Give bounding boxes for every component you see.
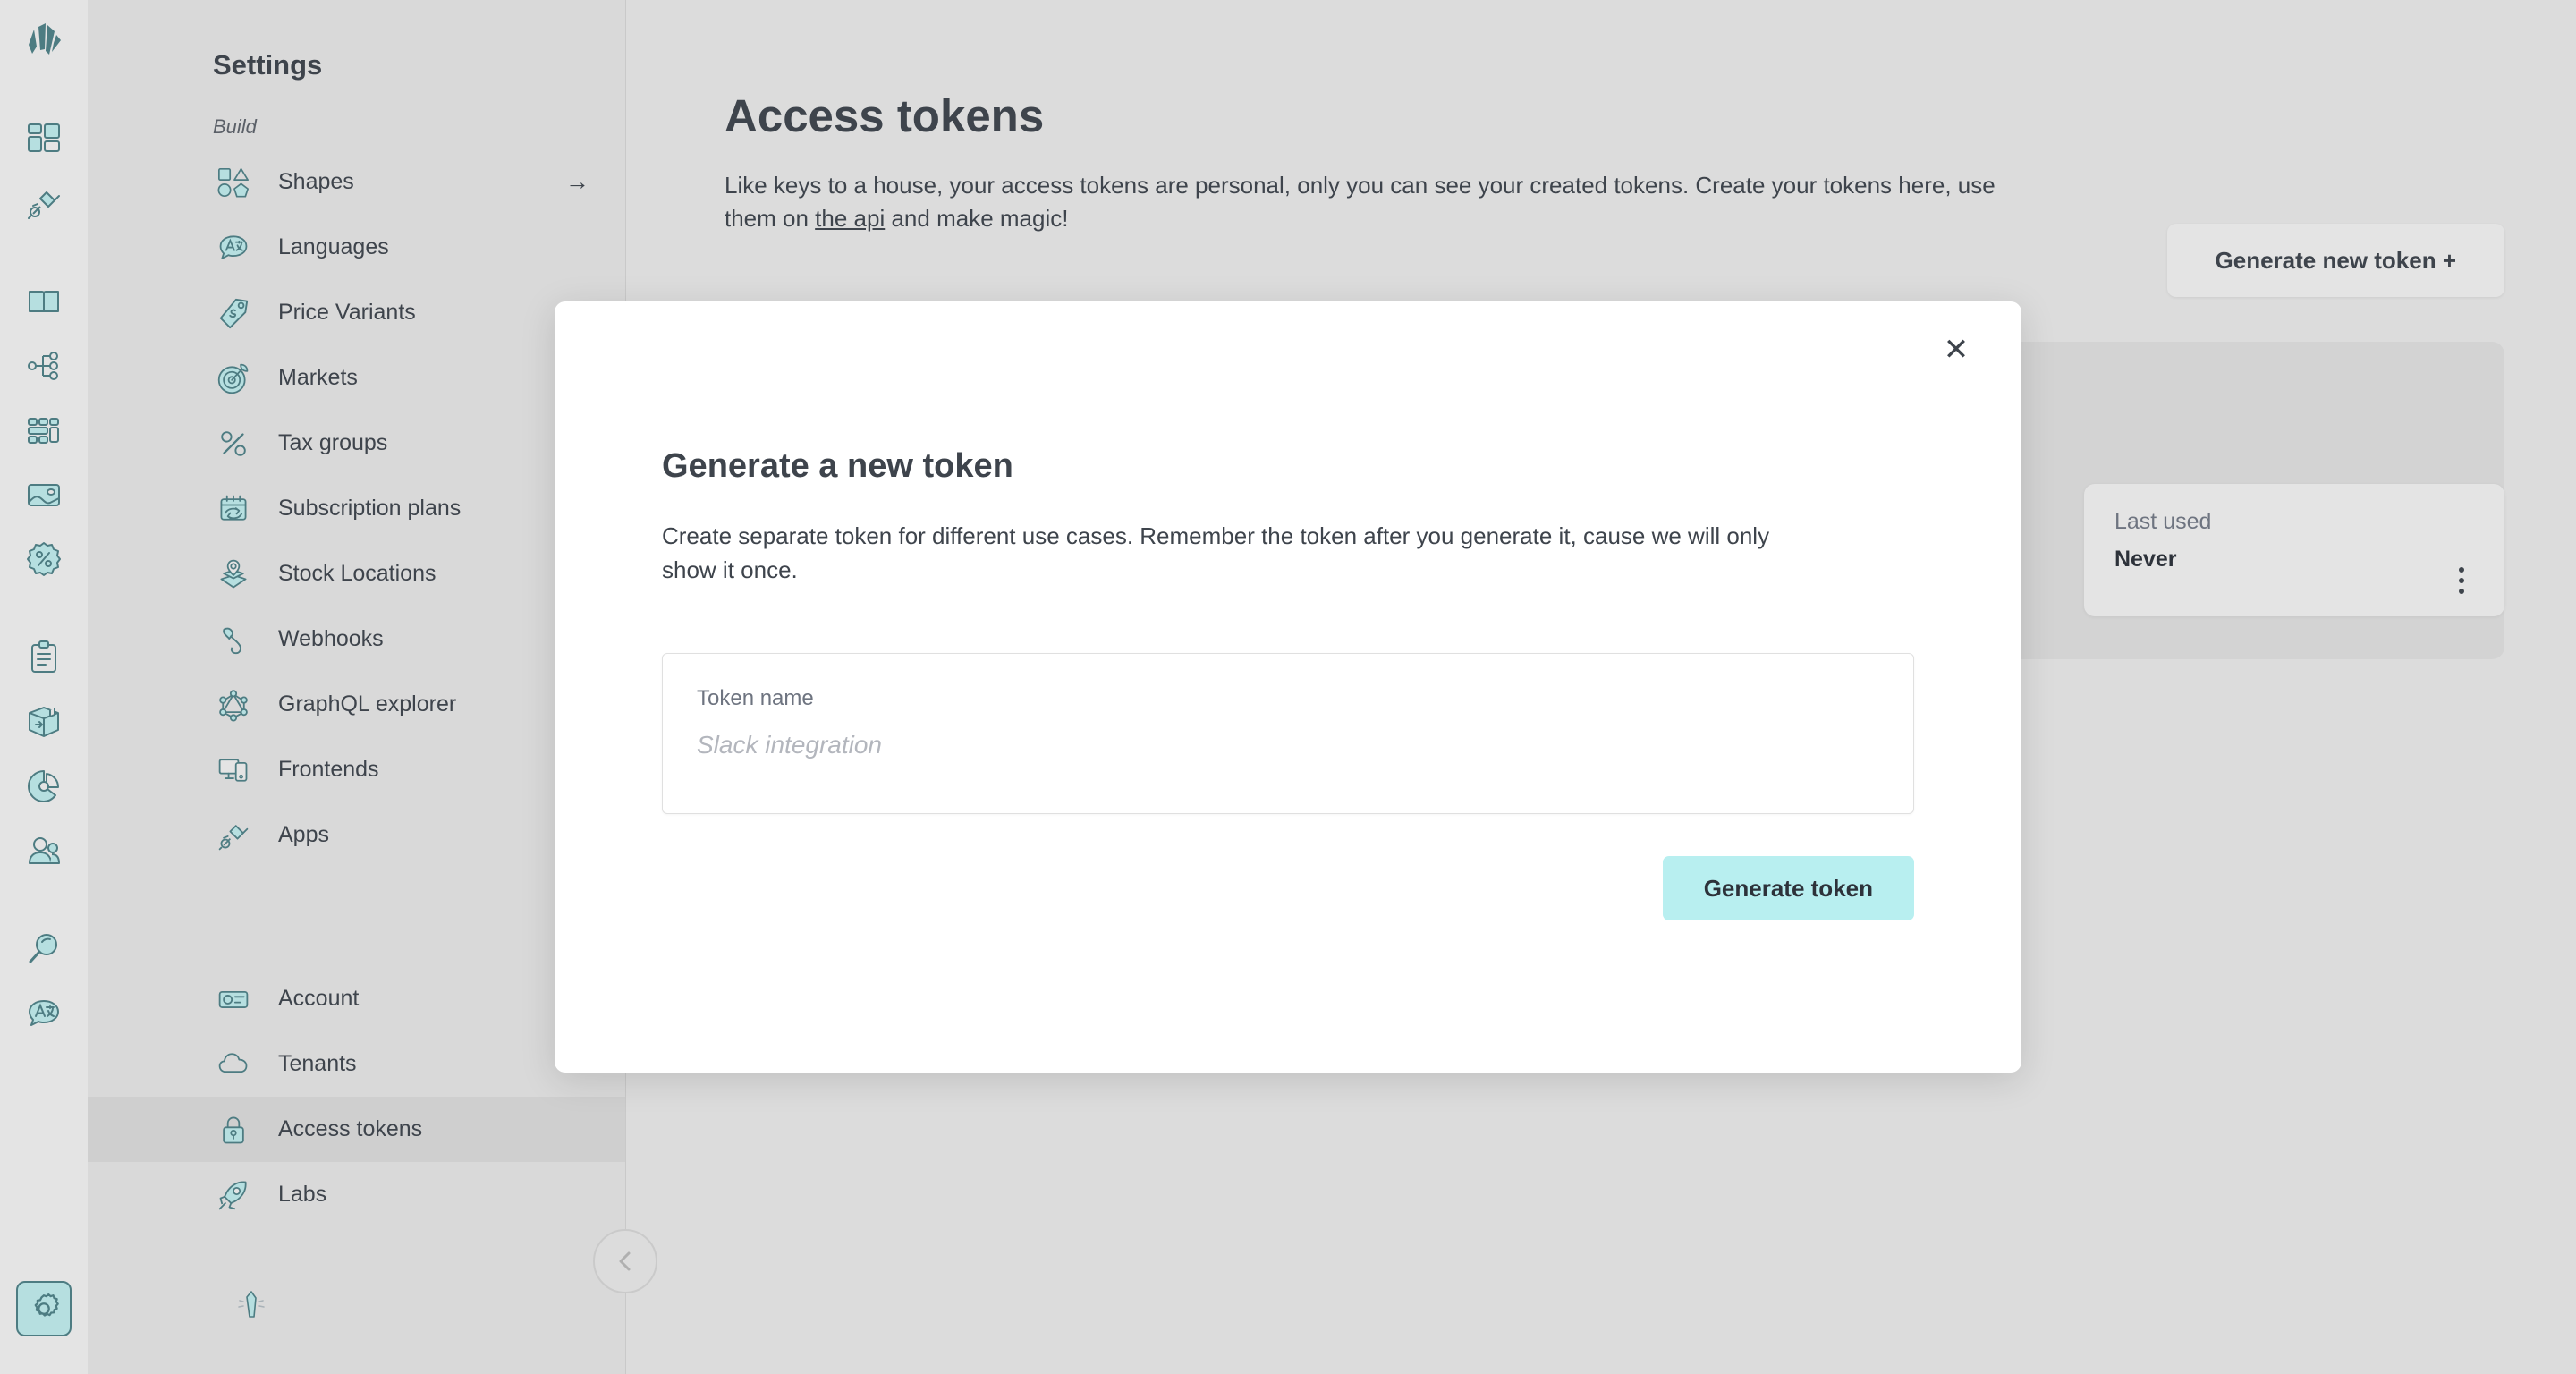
subscription-calendar-icon (213, 488, 254, 530)
sidebar-item-frontends[interactable]: Frontends (88, 737, 625, 802)
search-magnifier-icon[interactable] (16, 921, 72, 977)
token-name-label: Token name (697, 685, 814, 710)
token-card[interactable]: Last used Never (2084, 484, 2504, 616)
cloud-tenants-icon (213, 1044, 254, 1085)
sidebar-item-label: Account (278, 986, 360, 1011)
sidebar-item-label: Labs (278, 1182, 327, 1207)
sidebar-item-label: Apps (278, 822, 329, 847)
page-description-part-2: and make magic! (885, 204, 1069, 232)
sidebar-item-label: GraphQL explorer (278, 691, 457, 717)
people-customers-icon[interactable] (16, 823, 72, 878)
the-api-link[interactable]: the api (815, 205, 885, 232)
generate-new-token-button[interactable]: Generate new token + (2166, 224, 2504, 297)
hook-icon (213, 619, 254, 660)
clipboard-orders-icon[interactable] (16, 630, 72, 685)
modal-title: Generate a new token (662, 447, 1013, 485)
generate-token-modal: ✕ Generate a new token Create separate t… (555, 301, 2021, 1073)
last-used-label: Last used (2114, 509, 2212, 534)
sidebar-item-shapes[interactable]: Shapes → (88, 149, 625, 215)
primary-icon-rail (0, 0, 88, 1374)
sidebar-item-account[interactable]: Account (88, 966, 625, 1031)
sidebar-item-tenants[interactable]: Tenants (88, 1031, 625, 1097)
generate-token-submit-button[interactable]: Generate token (1662, 856, 1914, 920)
chevron-left-icon (619, 1251, 631, 1271)
kebab-menu-icon[interactable] (2449, 563, 2474, 598)
sidebar-item-price-variants[interactable]: Price Variants (88, 280, 625, 345)
sidebar-item-languages[interactable]: Languages (88, 215, 625, 280)
sidebar-item-tax-groups[interactable]: Tax groups (88, 411, 625, 476)
settings-sidebar: Settings Build Shapes → Languages Price … (88, 0, 657, 1374)
price-tag-icon (213, 293, 254, 334)
sidebar-item-label: Subscription plans (278, 496, 462, 521)
sidebar-collapse-button[interactable] (593, 1229, 657, 1293)
graphql-icon (213, 684, 254, 725)
sidebar-item-label: Tax groups (278, 430, 388, 455)
book-catalogue-icon[interactable] (16, 274, 72, 329)
page-title: Access tokens (724, 90, 1045, 141)
lock-tokens-icon (213, 1109, 254, 1150)
sidebar-section-build-label: Build (213, 115, 257, 138)
percent-tax-icon (213, 423, 254, 464)
sidebar-item-stock-locations[interactable]: Stock Locations (88, 541, 625, 606)
image-media-icon[interactable] (16, 467, 72, 522)
sidebar-item-label: Frontends (278, 757, 379, 782)
sidebar-title: Settings (213, 49, 323, 81)
plug-apps-icon (213, 815, 254, 856)
shapes-icon (213, 162, 254, 203)
stock-box-pin-icon (213, 554, 254, 595)
grids-layout-icon[interactable] (16, 403, 72, 458)
arrow-right-icon: → (565, 168, 589, 195)
id-card-account-icon (213, 979, 254, 1020)
token-name-input[interactable] (697, 730, 1879, 759)
sidebar-item-label: Languages (278, 234, 389, 259)
translate-language-icon (213, 227, 254, 268)
modal-description: Create separate token for different use … (662, 522, 1770, 583)
pie-chart-analytics-icon[interactable] (16, 759, 72, 814)
dashboard-grid-icon[interactable] (16, 111, 72, 166)
sidebar-item-markets[interactable]: Markets (88, 345, 625, 411)
settings-app-window: Settings Build Shapes → Languages Price … (0, 0, 2576, 1374)
close-icon[interactable]: ✕ (1932, 326, 1980, 374)
sidebar-item-label: Access tokens (278, 1116, 423, 1141)
sidebar-item-access-tokens[interactable]: Access tokens (88, 1097, 625, 1162)
target-markets-icon (213, 358, 254, 399)
sidebar-item-label: Shapes (278, 169, 354, 194)
crystallize-logo-icon[interactable] (16, 18, 72, 73)
sidebar-item-label: Webhooks (278, 626, 384, 651)
page-description: Like keys to a house, your access tokens… (724, 169, 2048, 235)
sidebar-item-subscription-plans[interactable]: Subscription plans (88, 476, 625, 541)
sitemap-topics-icon[interactable] (16, 338, 72, 394)
sidebar-item-webhooks[interactable]: Webhooks (88, 606, 625, 672)
sidebar-item-label: Stock Locations (278, 561, 436, 586)
sidebar-item-label: Markets (278, 365, 358, 390)
last-used-value: Never (2114, 547, 2177, 572)
sidebar-account-group: Account Tenants Access tokens Labs (88, 966, 625, 1227)
translate-language-icon[interactable] (16, 986, 72, 1041)
sidebar-item-labs[interactable]: Labs (88, 1162, 625, 1227)
crystallize-small-logo-icon[interactable] (231, 1286, 272, 1327)
sidebar-item-label: Tenants (278, 1051, 357, 1076)
plug-apps-icon[interactable] (16, 175, 72, 231)
devices-frontends-icon (213, 750, 254, 791)
discount-badge-icon[interactable] (16, 531, 72, 587)
gear-settings-icon[interactable] (16, 1281, 72, 1336)
sidebar-item-graphql-explorer[interactable]: GraphQL explorer (88, 672, 625, 737)
package-box-icon[interactable] (16, 694, 72, 750)
sidebar-item-label: Price Variants (278, 300, 416, 325)
sidebar-item-apps[interactable]: Apps (88, 802, 625, 868)
rocket-labs-icon (213, 1175, 254, 1216)
token-name-field-wrapper[interactable]: Token name (662, 652, 1914, 814)
